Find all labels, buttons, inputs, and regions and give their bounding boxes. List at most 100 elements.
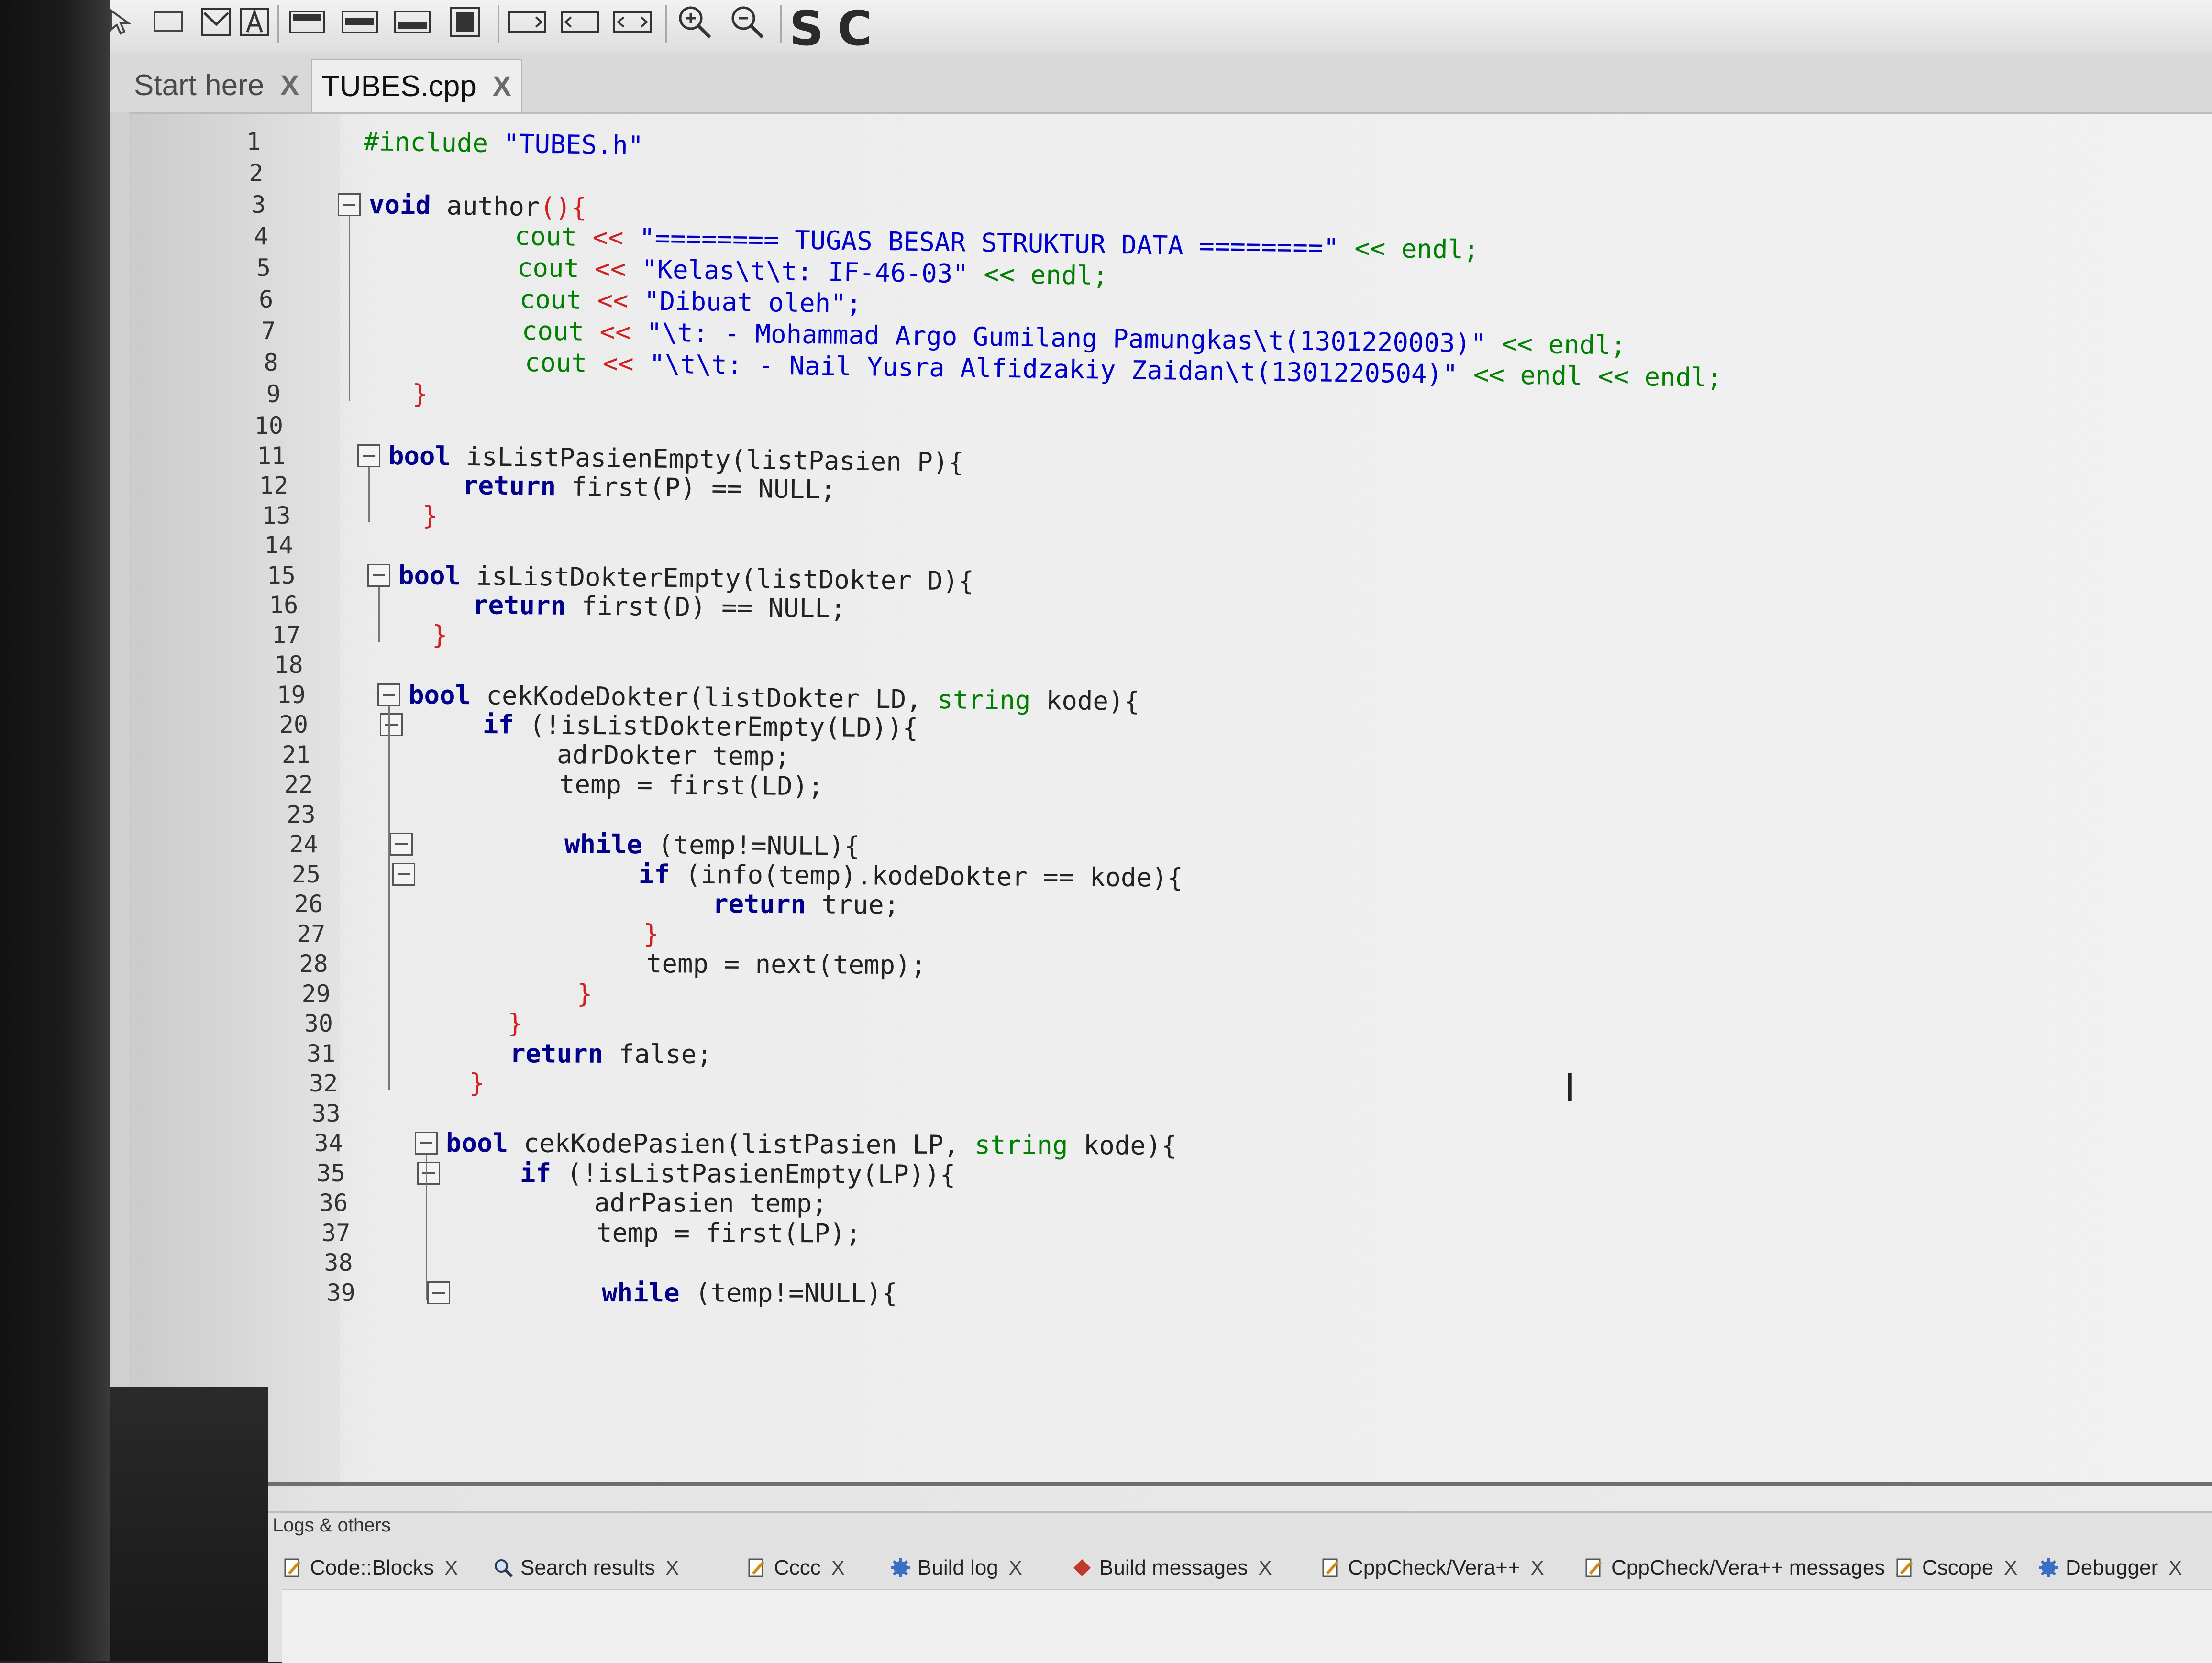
log-tab[interactable]: Search results X: [493, 1552, 679, 1584]
line-number: 2: [249, 159, 264, 187]
close-icon[interactable]: X: [1259, 1556, 1272, 1579]
tab-label: TUBES.cpp: [321, 69, 476, 103]
text-tool-icon[interactable]: [234, 4, 275, 40]
close-icon[interactable]: X: [280, 69, 299, 101]
desk-shadow: [110, 1387, 268, 1661]
shape-tool-1-icon[interactable]: [507, 4, 547, 40]
line-number: 18: [274, 651, 303, 679]
zoom-in-icon[interactable]: [675, 4, 715, 40]
code-line-13: }: [422, 500, 438, 530]
line-number: 21: [281, 740, 311, 769]
line-number: 24: [289, 830, 318, 858]
log-tab[interactable]: Debugger X: [2038, 1552, 2182, 1584]
logs-panel-title: Logs & others: [273, 1515, 391, 1536]
code-line-20: if (!isListDokterEmpty(LD)){: [482, 709, 918, 743]
line-number: 6: [259, 286, 274, 313]
close-icon[interactable]: X: [665, 1556, 679, 1579]
close-icon[interactable]: X: [2168, 1556, 2182, 1579]
line-number: 32: [309, 1069, 338, 1097]
line-number: 23: [287, 800, 316, 828]
shape-tool-2-icon[interactable]: [560, 4, 600, 40]
line-number: 9: [266, 380, 281, 408]
fold-toggle-icon[interactable]: [417, 1161, 440, 1185]
close-icon[interactable]: X: [493, 70, 511, 102]
line-number: 33: [311, 1099, 341, 1127]
cursor-tool-icon[interactable]: [100, 4, 141, 40]
toggle-comment-icon[interactable]: [196, 4, 236, 40]
fold-toggle-icon[interactable]: [414, 1132, 438, 1155]
block-tool-3-icon[interactable]: [392, 4, 432, 40]
gear-icon: [2038, 1557, 2059, 1578]
monitor-bezel: [0, 0, 110, 1661]
tab-start-here[interactable]: Start here X: [124, 59, 309, 111]
code-line-36: adrPasien temp;: [594, 1188, 828, 1219]
close-icon[interactable]: X: [444, 1556, 458, 1579]
pencil-doc-icon: [1894, 1557, 1915, 1578]
log-tab[interactable]: CppCheck/Vera++ X: [1320, 1552, 1544, 1584]
log-tab-label: Debugger: [2066, 1556, 2158, 1579]
log-tab-label: Code::Blocks: [310, 1556, 434, 1579]
fold-guide-line: [378, 586, 380, 642]
fold-toggle-icon[interactable]: [357, 444, 381, 467]
code-line-30: }: [507, 1008, 523, 1039]
magnifier-icon: [493, 1557, 514, 1578]
horizontal-scrollbar[interactable]: [215, 1482, 2212, 1486]
log-tab[interactable]: Code::Blocks X: [282, 1552, 458, 1584]
log-tab-label: CppCheck/Vera++ messages: [1611, 1556, 1885, 1579]
symbol-s-button[interactable]: S: [789, 5, 824, 53]
code-line-17: }: [432, 619, 448, 650]
log-tab-label: CppCheck/Vera++: [1348, 1556, 1520, 1579]
code-line-12: return first(P) == NULL;: [463, 470, 836, 505]
fold-toggle-icon[interactable]: [380, 713, 403, 736]
fold-toggle-icon[interactable]: [377, 683, 400, 706]
line-number: 30: [304, 1010, 333, 1037]
line-number: 22: [284, 771, 313, 798]
block-tool-4-icon[interactable]: [445, 4, 485, 40]
line-number: 27: [297, 920, 326, 948]
pencil-doc-icon: [746, 1557, 767, 1578]
zoom-out-icon[interactable]: [727, 4, 767, 40]
symbol-c-button[interactable]: C: [837, 5, 872, 53]
fold-toggle-icon[interactable]: [392, 862, 415, 886]
line-number: 14: [264, 531, 293, 559]
code-line-16: return first(D) == NULL;: [472, 590, 846, 624]
line-number: 26: [294, 890, 323, 918]
codeblocks-window: S C Start here X TUBES.cpp X 1 2 3 4 5 6 7 8 9 10…: [110, 0, 2212, 1663]
log-tab[interactable]: Cscope X: [1894, 1552, 2017, 1584]
close-icon[interactable]: X: [831, 1556, 845, 1579]
log-tab[interactable]: Build log X: [890, 1552, 1022, 1584]
pencil-doc-icon: [282, 1557, 303, 1578]
logs-panel: Logs & others Code::Blocks X Search result…: [268, 1511, 2212, 1663]
line-number: 15: [266, 561, 296, 589]
line-number: 1: [246, 128, 261, 155]
tab-tubes-cpp[interactable]: TUBES.cpp X: [311, 59, 522, 112]
code-editor[interactable]: 1 2 3 4 5 6 7 8 9 10 11 12 13 14 15 16 17 18 19 20 21 22 23 24 2…: [129, 112, 2212, 1487]
log-tab[interactable]: Build messages X: [1072, 1552, 1272, 1584]
close-icon[interactable]: X: [1531, 1556, 1544, 1579]
fold-toggle-icon[interactable]: [337, 193, 361, 216]
code-line-39: while (temp!=NULL){: [601, 1277, 897, 1308]
line-number: 35: [316, 1159, 345, 1187]
line-number: 25: [291, 860, 321, 888]
close-icon[interactable]: X: [1009, 1556, 1022, 1579]
fold-toggle-icon[interactable]: [427, 1281, 450, 1304]
code-line-26: return true;: [712, 889, 900, 920]
block-tool-2-icon[interactable]: [340, 4, 380, 40]
close-icon[interactable]: X: [2004, 1556, 2017, 1579]
block-tool-1-icon[interactable]: [287, 4, 327, 40]
fold-toggle-icon[interactable]: [389, 833, 413, 856]
code-line-3: void author(){: [368, 189, 587, 223]
gear-icon: [890, 1557, 911, 1578]
editor-tab-bar: Start here X TUBES.cpp X: [110, 53, 2212, 112]
code-line-37: temp = first(LP);: [597, 1217, 862, 1249]
code-line-29: }: [576, 978, 593, 1009]
fold-toggle-icon[interactable]: [367, 563, 390, 587]
line-number: 11: [256, 441, 286, 470]
log-tab-label: Build log: [918, 1556, 998, 1579]
shape-tool-3-icon[interactable]: [612, 4, 653, 40]
code-line-31: return false;: [510, 1038, 713, 1069]
log-tab[interactable]: CppCheck/Vera++ messagesX: [1583, 1552, 1909, 1584]
log-tab[interactable]: Cccc X: [746, 1552, 845, 1584]
select-tool-icon[interactable]: [148, 4, 188, 40]
text-cursor-icon: I: [1564, 1066, 1576, 1110]
